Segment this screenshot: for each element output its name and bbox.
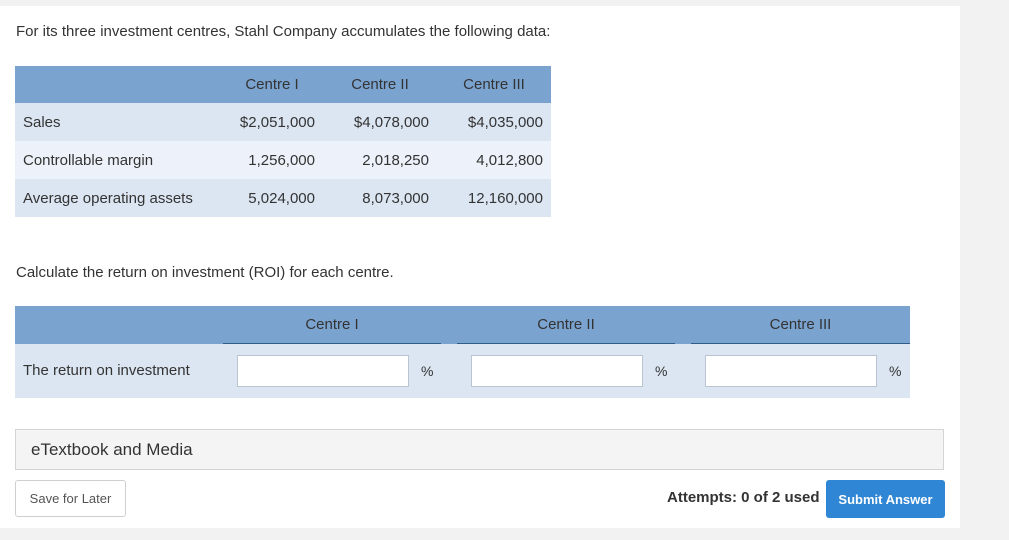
etextbook-label: eTextbook and Media bbox=[31, 440, 193, 459]
header-centre-1: Centre I bbox=[221, 66, 323, 103]
data-table-header: Centre I Centre II Centre III bbox=[15, 66, 551, 103]
answer-row-label: The return on investment bbox=[23, 362, 190, 379]
question-panel: For its three investment centres, Stahl … bbox=[0, 6, 960, 528]
question-instruction: Calculate the return on investment (ROI)… bbox=[16, 264, 394, 281]
percent-unit: % bbox=[421, 363, 434, 379]
table-cell: 4,012,800 bbox=[437, 141, 551, 179]
table-cell: 1,256,000 bbox=[221, 141, 323, 179]
row-label: Sales bbox=[15, 103, 221, 141]
table-row: Sales $2,051,000 $4,078,000 $4,035,000 bbox=[15, 103, 551, 141]
submit-answer-button[interactable]: Submit Answer bbox=[826, 480, 945, 518]
data-table: Centre I Centre II Centre III Sales $2,0… bbox=[15, 66, 551, 217]
roi-input-centre-1[interactable] bbox=[237, 355, 409, 387]
attempts-counter: Attempts: 0 of 2 used bbox=[667, 489, 820, 506]
question-intro: For its three investment centres, Stahl … bbox=[16, 23, 551, 40]
table-row: Controllable margin 1,256,000 2,018,250 … bbox=[15, 141, 551, 179]
table-cell: $4,078,000 bbox=[323, 103, 437, 141]
save-for-later-button[interactable]: Save for Later bbox=[15, 480, 126, 517]
percent-unit: % bbox=[655, 363, 668, 379]
header-label: Centre II bbox=[351, 76, 409, 93]
table-cell: $2,051,000 bbox=[221, 103, 323, 141]
percent-unit: % bbox=[889, 363, 902, 379]
row-label: Average operating assets bbox=[15, 179, 221, 217]
header-label: Centre III bbox=[463, 76, 525, 93]
row-label: Controllable margin bbox=[15, 141, 221, 179]
header-blank bbox=[15, 66, 221, 103]
roi-input-centre-2[interactable] bbox=[471, 355, 643, 387]
table-row: Average operating assets 5,024,000 8,073… bbox=[15, 179, 551, 217]
header-centre-2: Centre II bbox=[323, 66, 437, 103]
roi-input-centre-3[interactable] bbox=[705, 355, 877, 387]
answer-header-centre-3: Centre III bbox=[691, 306, 910, 344]
table-cell: $4,035,000 bbox=[437, 103, 551, 141]
answer-header-centre-2: Centre II bbox=[457, 306, 675, 344]
table-cell: 2,018,250 bbox=[323, 141, 437, 179]
answer-row: The return on investment % % % bbox=[15, 344, 910, 398]
answer-table-header: Centre I Centre II Centre III bbox=[15, 306, 910, 344]
table-cell: 5,024,000 bbox=[221, 179, 323, 217]
table-cell: 8,073,000 bbox=[323, 179, 437, 217]
answer-header-centre-1: Centre I bbox=[223, 306, 441, 344]
table-cell: 12,160,000 bbox=[437, 179, 551, 217]
etextbook-media-section[interactable]: eTextbook and Media bbox=[15, 429, 944, 470]
header-label: Centre I bbox=[245, 76, 299, 93]
header-centre-3: Centre III bbox=[437, 66, 551, 103]
